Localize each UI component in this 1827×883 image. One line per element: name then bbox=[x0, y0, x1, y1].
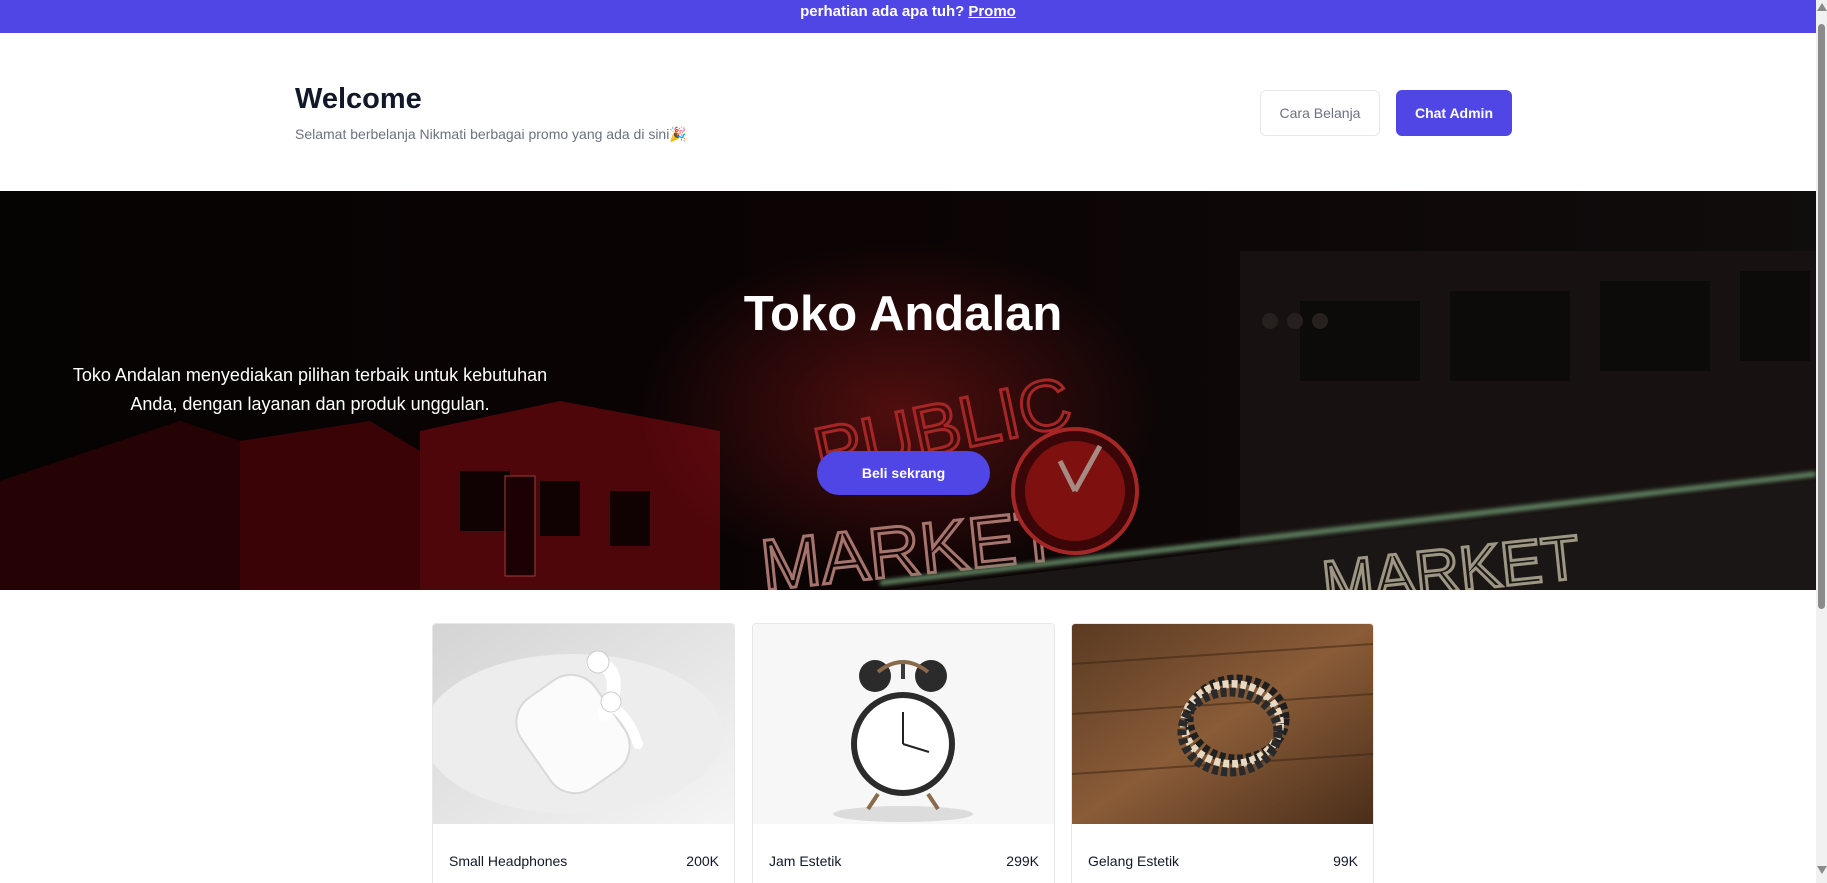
page-title: Welcome bbox=[295, 83, 422, 115]
product-name: Jam Estetik bbox=[769, 853, 842, 869]
hero-title: Toko Andalan bbox=[743, 287, 1063, 341]
product-card[interactable]: Jam Estetik 299K bbox=[752, 623, 1055, 883]
product-name: Small Headphones bbox=[449, 853, 568, 869]
hero-description: Toko Andalan menyediakan pilihan terbaik… bbox=[72, 365, 548, 414]
scrollbar-thumb[interactable] bbox=[1818, 24, 1825, 609]
product-card[interactable]: Small Headphones 200K bbox=[432, 623, 735, 883]
product-price: 200K bbox=[686, 853, 719, 869]
announcement-bar: perhatian ada apa tuh? Promo bbox=[0, 0, 1816, 33]
scroll-up-icon[interactable] bbox=[1817, 3, 1827, 11]
product-card[interactable]: Gelang Estetik 99K bbox=[1071, 623, 1374, 883]
cara-belanja-button[interactable]: Cara Belanja bbox=[1260, 90, 1380, 136]
chat-admin-button[interactable]: Chat Admin bbox=[1396, 90, 1512, 136]
page-subtitle: Selamat berbelanja Nikmati berbagai prom… bbox=[295, 126, 687, 142]
product-name: Gelang Estetik bbox=[1088, 853, 1180, 869]
announcement-text: perhatian ada apa tuh? bbox=[800, 3, 965, 20]
bracelet-image bbox=[1072, 624, 1373, 824]
alarm-clock-image bbox=[753, 624, 1054, 824]
scroll-down-icon[interactable] bbox=[1817, 866, 1827, 874]
page-header: Welcome Selamat berbelanja Nikmati berba… bbox=[0, 33, 1816, 191]
hero-banner: PUBLIC MARKET MARKET Toko Andalan Toko A… bbox=[0, 191, 1816, 590]
promo-link[interactable]: Promo bbox=[968, 3, 1016, 20]
product-price: 99K bbox=[1333, 853, 1358, 869]
buy-now-button[interactable]: Beli sekrang bbox=[817, 451, 990, 495]
earbuds-image bbox=[433, 624, 734, 824]
page-scrollbar[interactable] bbox=[1816, 0, 1827, 883]
product-price: 299K bbox=[1006, 853, 1039, 869]
